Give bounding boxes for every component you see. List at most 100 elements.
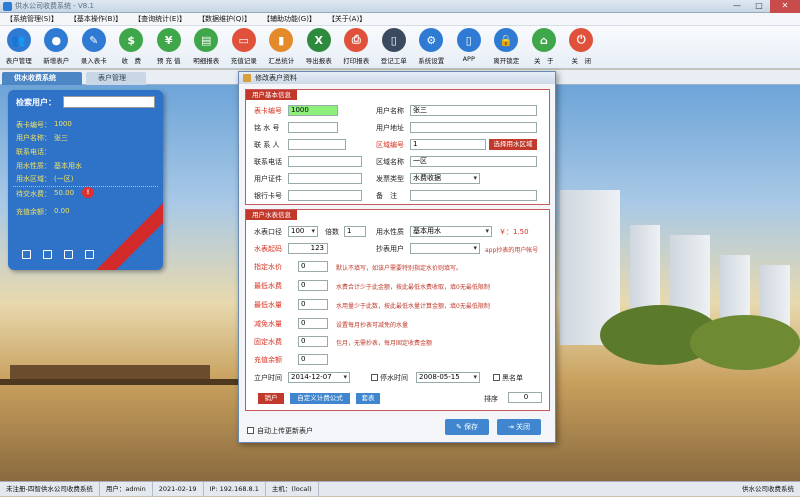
corner-ribbon [92,202,163,270]
toolbar-button-11[interactable]: ⚙ 系统设置 [413,26,451,68]
meter-no-input[interactable] [288,122,338,133]
fixed-price-input[interactable]: 0 [298,261,328,272]
close-dialog-button[interactable]: ⇥ 关闭 [497,419,541,435]
auto-update-checkbox[interactable] [247,427,254,434]
toolbar-button-12[interactable]: ▯ APP [450,26,488,68]
user-search-input[interactable] [63,96,155,108]
menu-about[interactable]: 【关于(A)】 [322,14,372,24]
open-date-label: 立户时间 [254,374,282,382]
sort-input[interactable]: 0 [508,392,542,403]
stop-water-checkbox[interactable] [371,374,378,381]
save-icon[interactable] [43,250,52,259]
remark-label: 备 注 [376,192,397,200]
custom-formula-button[interactable]: 自定义计费公式 [290,393,350,404]
caliber-select[interactable]: 100 [288,226,318,237]
basic-info-head: 用户基本信息 [246,90,297,100]
bank-input[interactable] [288,190,362,201]
person-icon[interactable] [64,250,73,259]
toolbar-label: APP [462,55,475,63]
excel-icon: X [306,28,331,52]
reduce-input[interactable]: 0 [298,318,328,329]
gear-icon: ⚙ [419,28,444,52]
toolbar-button-7[interactable]: ▮ 汇总统计 [263,26,301,68]
card-icon: ▭ [231,28,256,52]
menu-tools[interactable]: 【辅助功能(G)】 [257,14,322,24]
toolbar-label: 录入表卡 [80,57,107,65]
nature-select[interactable]: 基本用水 [410,226,492,237]
area-code-input[interactable]: 1 [410,139,486,150]
search-label: 检索用户： [16,98,56,107]
reader-select[interactable] [410,243,480,254]
toolbar-button-1[interactable]: ● 新增表户 [38,26,76,68]
invoice-select[interactable]: 水费收据 [410,173,480,184]
id-input[interactable] [288,173,362,184]
toolbar-button-15[interactable]: ⏻ 关 闭 [563,26,601,68]
lock-icon: 🔒 [494,28,519,52]
user-name-input[interactable]: 张三 [410,105,537,116]
toolbar-button-3[interactable]: $ 收 费 [113,26,151,68]
min-fee-input[interactable]: 0 [298,280,328,291]
toolbar-label: 关 闭 [571,57,592,65]
home-icon: ⌂ [531,28,556,52]
min-vol-label: 最低水量 [254,301,282,309]
blacklist-label: 黑名单 [502,374,523,382]
prepay-icon: ¥ [156,28,181,52]
toolbar-button-4[interactable]: ¥ 预 充 值 [150,26,188,68]
cancel-account-button[interactable]: 销户 [258,393,284,404]
dollar-icon: $ [119,28,144,52]
toolbar-button-13[interactable]: 🔒 离开锁定 [488,26,526,68]
toolbar-button-14[interactable]: ⌂ 关 于 [525,26,563,68]
phone-input[interactable] [288,156,362,167]
tab-user-management[interactable]: 表户管理 [86,72,146,85]
open-date-picker[interactable]: 2014-12-07 [288,372,350,383]
contact-input[interactable] [288,139,346,150]
save-button[interactable]: ✎ 保存 [445,419,489,435]
address-input[interactable] [410,122,537,133]
blacklist-checkbox[interactable] [493,374,500,381]
menu-data[interactable]: 【数据维护(Q)】 [192,14,257,24]
toolbar-label: 预 充 值 [156,57,181,65]
menu-basic[interactable]: 【基本操作(B)】 [64,14,128,24]
stop-date-picker[interactable]: 2008-05-15 [416,372,480,383]
toolbar-label: 关 于 [534,57,554,65]
calculator-icon[interactable] [22,250,31,259]
remark-input[interactable] [410,190,537,201]
tab-main-system[interactable]: 供水收费系统 [2,72,82,85]
multiple-input[interactable]: 1 [344,226,366,237]
min-vol-input[interactable]: 0 [298,299,328,310]
caliber-label: 水表口径 [254,228,282,236]
select-area-button[interactable]: 选择用水区域 [489,139,537,150]
status-ip: IP: 192.168.8.1 [204,481,266,497]
info-card-no: 表卡编号： 1000 [16,120,72,129]
area-name-input[interactable]: 一区 [410,156,537,167]
fixed-fee-input[interactable]: 0 [298,336,328,347]
id-label: 用户证件 [254,175,282,183]
water-balance-input[interactable]: 0 [298,354,328,365]
toolbar-label: 收 费 [121,57,142,65]
toolbar-button-10[interactable]: ▯ 登记工单 [375,26,413,68]
toolbar-button-9[interactable]: ⎙ 打印报表 [338,26,376,68]
toolbar-label: 打印报表 [343,57,370,65]
user-name-label: 用户名称 [376,107,404,115]
toolbar-button-5[interactable]: ▤ 明细报表 [188,26,226,68]
toolbar-button-8[interactable]: X 导出报表 [300,26,338,68]
sort-label: 排序 [484,395,498,403]
card-no-input[interactable]: 1000 [288,105,338,116]
toolbar-button-6[interactable]: ▭ 充值记录 [225,26,263,68]
toolbar-label: 离开锁定 [493,57,520,65]
meter-no-label: 铭 水 号 [254,124,280,132]
toolbar-button-2[interactable]: ✎ 录入表卡 [75,26,113,68]
title-bar: 供水公司收费系统 - V8.1 — □ ✕ [0,0,800,13]
maximize-button[interactable]: □ [748,0,770,13]
meter-set-button[interactable]: 套表 [356,393,380,404]
start-reading-input[interactable]: 123 [288,243,328,254]
mobile-icon: ▯ [456,28,481,52]
menu-query[interactable]: 【查询统计(E)】 [128,14,192,24]
menu-system[interactable]: 【系统管理(S)】 [0,14,64,24]
minimize-button[interactable]: — [726,0,748,13]
list-icon[interactable] [85,250,94,259]
nature-label: 用水性质 [376,228,404,236]
toolbar-label: 表户管理 [5,57,32,65]
close-window-button[interactable]: ✕ [770,0,800,13]
toolbar-button-0[interactable]: 👥 表户管理 [0,26,38,68]
